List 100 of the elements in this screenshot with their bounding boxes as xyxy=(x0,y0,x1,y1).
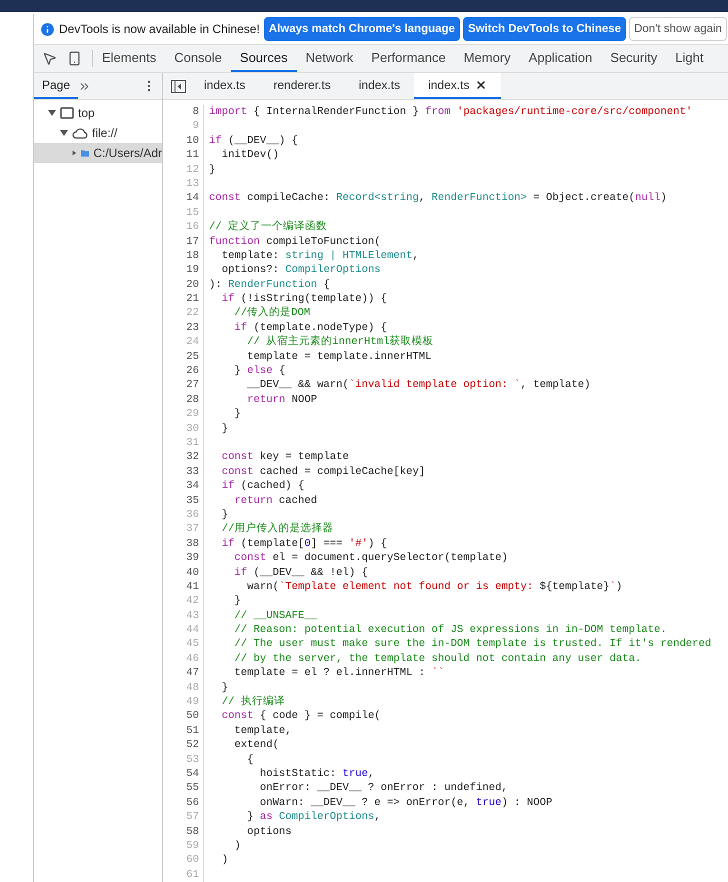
code-line: hoistStatic: true, xyxy=(258,766,374,782)
line-number: 28 xyxy=(186,394,199,406)
file-tab[interactable]: index.ts xyxy=(344,73,414,99)
code-line: const cached = compileCache[key] xyxy=(220,464,426,480)
line-number: 34 xyxy=(186,480,199,492)
code-line: template, xyxy=(233,724,292,738)
line-number: 16 xyxy=(186,221,199,234)
caret-right-icon[interactable] xyxy=(72,149,77,157)
code-line: // 定义了一个编译函数 xyxy=(208,220,328,235)
file-tab[interactable]: renderer.ts xyxy=(259,73,345,99)
line-number: 23 xyxy=(186,322,199,334)
line-number: 48 xyxy=(186,682,199,694)
line-number: 9 xyxy=(192,120,199,132)
close-icon[interactable] xyxy=(475,79,488,91)
panel-tab[interactable]: Application xyxy=(520,45,602,72)
line-number: 32 xyxy=(186,451,199,464)
code-line: return NOOP xyxy=(246,392,318,408)
line-number: 51 xyxy=(186,724,199,737)
code-line: // 从宿主元素的innerHtml获取模板 xyxy=(246,335,434,350)
tree-item[interactable]: C:/Users/Adr xyxy=(34,143,162,163)
code-line: const { code } = compile( xyxy=(220,709,381,724)
panel-tab[interactable]: Performance xyxy=(362,45,455,72)
file-tab[interactable]: index.ts xyxy=(414,73,502,99)
line-number: 14 xyxy=(186,192,199,204)
panel-tab[interactable]: Light xyxy=(666,45,712,72)
code-line: __DEV__ && warn(`invalid template option: `, template) xyxy=(246,378,590,393)
code-line: if (cached) { xyxy=(220,479,304,494)
panel-tab[interactable]: Network xyxy=(296,45,362,72)
frame-icon xyxy=(60,107,74,119)
line-number: 41 xyxy=(186,580,199,593)
line-number: 8 xyxy=(192,106,199,118)
panel-tab[interactable]: Security xyxy=(601,45,666,72)
line-number: 30 xyxy=(186,422,199,435)
code-line: extend( xyxy=(233,738,279,753)
info-icon xyxy=(39,20,56,38)
code-line: if (__DEV__) { xyxy=(208,134,298,148)
cloud-icon xyxy=(72,128,88,138)
line-number: 29 xyxy=(186,408,199,420)
code-line: const key = template xyxy=(220,450,349,465)
line-number: 13 xyxy=(186,178,199,190)
tree-item[interactable]: file:// xyxy=(34,123,162,143)
code-line: } as CompilerOptions, xyxy=(246,810,381,825)
line-number: 60 xyxy=(186,854,199,866)
sidebar-toggle-icon[interactable] xyxy=(171,80,186,92)
line-number: 18 xyxy=(186,250,199,262)
code-line: const compileCache: Record<string, RenderFunction> = Object.create(null) xyxy=(208,191,667,206)
code-line: function compileToFunction( xyxy=(208,234,381,249)
code-line: // by the server, the template should not contain any user data. xyxy=(233,652,642,666)
device-icon[interactable] xyxy=(67,51,82,66)
line-number: 52 xyxy=(186,739,199,752)
file-tab[interactable]: index.ts xyxy=(190,73,260,99)
code-line: if (template[0] === '#') { xyxy=(220,536,388,552)
line-number: 17 xyxy=(186,236,199,248)
line-number: 37 xyxy=(186,523,199,536)
tree-item[interactable]: top xyxy=(34,103,162,123)
inspect-icon[interactable] xyxy=(42,51,57,66)
line-number: 10 xyxy=(186,134,199,147)
caret-down-icon[interactable] xyxy=(60,129,68,137)
line-number: 40 xyxy=(186,566,199,578)
code-line: return cached xyxy=(233,494,318,508)
code-line: onError: __DEV__ ? onError : undefined, xyxy=(258,781,508,796)
line-number: 21 xyxy=(186,293,199,306)
line-number: 49 xyxy=(186,696,199,708)
line-number: 43 xyxy=(186,610,199,622)
line-number: 46 xyxy=(186,652,199,665)
panel-tab[interactable]: Memory xyxy=(454,45,520,72)
code-line: template = template.innerHTML xyxy=(246,350,432,364)
line-number: 38 xyxy=(186,538,199,550)
line-number: 31 xyxy=(186,436,199,449)
infobar-button[interactable]: Always match Chrome's language xyxy=(264,17,460,41)
code-line: } xyxy=(208,162,216,177)
code-line: template = el ? el.innerHTML : `` xyxy=(233,666,444,681)
line-number: 58 xyxy=(186,826,199,838)
code-line: // Reason: potential execution of JS expressions in in-DOM template. xyxy=(233,623,667,638)
code-line: ) xyxy=(220,853,228,868)
code-line: import { InternalRenderFunction } from 'packages/runtime-core/src/component' xyxy=(208,105,692,120)
code-line: ) xyxy=(233,838,241,854)
line-number: 36 xyxy=(186,508,199,521)
infobar-button[interactable]: Switch DevTools to Chinese xyxy=(462,17,626,41)
info-message: DevTools is now available in Chinese! xyxy=(59,22,260,36)
line-number: 22 xyxy=(186,307,199,320)
panel-tab[interactable]: Console xyxy=(165,45,231,72)
code-line: options?: CompilerOptions xyxy=(220,263,381,278)
code-line: // The user must make sure the in-DOM template is trusted. If it's rendered xyxy=(233,637,712,652)
line-number: 50 xyxy=(186,710,199,722)
line-number: 35 xyxy=(186,494,199,507)
line-number: 56 xyxy=(186,796,199,809)
infobar-button[interactable]: Don't show again xyxy=(629,17,727,41)
line-number: 47 xyxy=(186,667,199,680)
line-number: 33 xyxy=(186,466,199,478)
line-number: 15 xyxy=(186,206,199,219)
code-line: //用户传入的是选择器 xyxy=(220,522,334,537)
code-line: if (template.nodeType) { xyxy=(233,320,388,335)
line-number: 19 xyxy=(186,264,199,276)
line-number: 57 xyxy=(186,811,199,824)
panel-tab[interactable]: Elements xyxy=(93,45,166,72)
code-line: } xyxy=(233,594,241,609)
code-line: initDev() xyxy=(220,148,279,163)
caret-down-icon[interactable] xyxy=(48,109,56,117)
code-line: // 执行编译 xyxy=(220,695,285,710)
